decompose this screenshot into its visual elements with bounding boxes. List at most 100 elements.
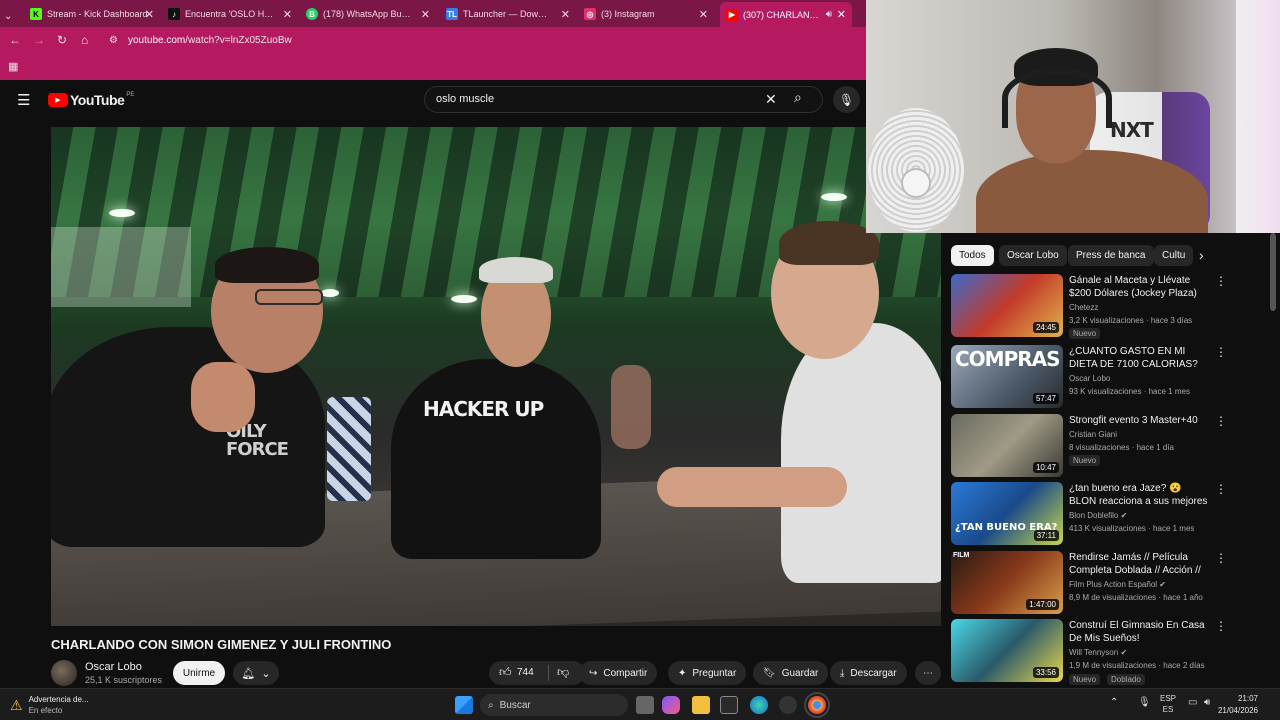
clock[interactable]: 21:07 21/04/2026 <box>1218 693 1258 717</box>
chevron-up-icon[interactable]: ⌃ <box>1110 697 1118 708</box>
rec-title[interactable]: Construí El Gimnasio En Casa De Mis Sueñ… <box>1069 619 1209 645</box>
network-icon[interactable]: ▭ <box>1188 697 1197 708</box>
list-item[interactable]: 24:45 Gánale al Maceta y Llévate $200 Dó… <box>951 274 1271 339</box>
close-icon[interactable]: ✕ <box>837 8 846 21</box>
rec-title[interactable]: Gánale al Maceta y Llévate $200 Dólares … <box>1069 274 1209 300</box>
tab-search-dropdown[interactable]: ⌄ <box>4 5 20 27</box>
video-thumbnail[interactable]: 10:47 <box>951 414 1063 477</box>
store-icon[interactable] <box>720 696 738 714</box>
taskbar-search[interactable]: ⌕ Buscar <box>480 694 628 716</box>
video-thumbnail[interactable]: ¿TAN BUENO ERA? 37:11 <box>951 482 1063 545</box>
forward-icon[interactable]: → <box>33 33 45 47</box>
kick-icon: K <box>30 8 42 20</box>
notification-widget[interactable]: ⚠ Advertencia de... En efecto <box>10 694 89 716</box>
close-icon[interactable]: ✕ <box>699 8 708 21</box>
menu-icon[interactable]: ☰ <box>17 91 30 109</box>
search-icon[interactable]: ⌕ <box>794 89 802 106</box>
rec-channel[interactable]: Film Plus Action Español ✔ <box>1069 580 1166 589</box>
rec-channel[interactable]: Oscar Lobo <box>1069 374 1110 383</box>
join-button[interactable]: Unirme <box>173 661 225 685</box>
more-vertical-icon[interactable]: ⋮ <box>1215 274 1227 288</box>
whatsapp-icon: B <box>306 8 318 20</box>
tab-instagram[interactable]: ◎ (3) Instagram ✕ <box>584 3 714 25</box>
rec-title[interactable]: Rendirse Jamás // Película Completa Dobl… <box>1069 551 1209 577</box>
more-vertical-icon[interactable]: ⋮ <box>1215 619 1227 633</box>
rec-channel[interactable]: Chetezz <box>1069 303 1098 312</box>
youtube-logo[interactable]: ▶ YouTube PE <box>48 92 134 108</box>
rec-channel[interactable]: Will Tennyson ✔ <box>1069 648 1127 657</box>
tab-tiktok[interactable]: ♪ Encuentra 'OSLO HABLA ✕ <box>168 3 298 25</box>
reload-icon[interactable]: ↻ <box>57 33 67 47</box>
save-button[interactable]: 🔖︎ Guardar <box>753 661 829 685</box>
more-vertical-icon[interactable]: ⋮ <box>1215 414 1227 428</box>
more-vertical-icon[interactable]: ⋮ <box>1215 345 1227 359</box>
video-thumbnail[interactable]: FILM 1:47:00 <box>951 551 1063 614</box>
rec-channel[interactable]: Cristian Giani <box>1069 430 1117 439</box>
home-icon[interactable]: ⌂ <box>81 33 88 47</box>
list-item[interactable]: FILM 1:47:00 Rendirse Jamás // Película … <box>951 551 1271 615</box>
more-actions-button[interactable]: ⋯ <box>915 661 941 685</box>
like-icon[interactable]: 👍︎ <box>499 665 512 680</box>
chevron-right-icon[interactable]: › <box>1199 247 1204 263</box>
close-icon[interactable]: ✕ <box>145 8 154 21</box>
rec-title[interactable]: ¿tan bueno era Jaze? 😮 BLON reacciona a … <box>1069 482 1209 508</box>
tab-tlauncher[interactable]: TL TLauncher — Download ✕ <box>446 3 576 25</box>
tab-whatsapp[interactable]: B (178) WhatsApp Business ✕ <box>306 3 436 25</box>
edge-icon[interactable] <box>750 696 768 714</box>
video-thumbnail[interactable]: 24:45 <box>951 274 1063 337</box>
close-icon[interactable]: ✕ <box>561 8 570 21</box>
apps-grid-icon[interactable]: ▦ <box>8 60 18 73</box>
more-vertical-icon[interactable]: ⋮ <box>1215 482 1227 496</box>
list-item[interactable]: 10:47 Strongfit evento 3 Master+40 Crist… <box>951 414 1271 478</box>
chip-oscar-lobo[interactable]: Oscar Lobo <box>999 245 1067 266</box>
site-info-icon[interactable]: ⚙ <box>109 35 118 46</box>
list-item[interactable]: 33:56 Construí El Gimnasio En Casa De Mi… <box>951 619 1271 685</box>
channel-name[interactable]: Oscar Lobo <box>85 661 142 673</box>
download-button[interactable]: ⤓ Descargar <box>830 661 907 685</box>
voice-search-icon[interactable]: 🎙︎ <box>833 86 860 113</box>
language-indicator[interactable]: ESP ES <box>1160 693 1176 715</box>
youtube-header: ☰ ▶ YouTube PE oslo muscle ✕ ⌕ 🎙︎ <box>0 80 866 126</box>
dislike-icon[interactable]: 👎︎ <box>557 665 569 680</box>
back-icon[interactable]: ← <box>9 33 21 47</box>
tab-youtube-active[interactable]: ▶ (307) CHARLANDO C 🔊︎ ✕ <box>720 2 852 27</box>
url-field[interactable]: youtube.com/watch?v=lnZx05ZuoBw <box>128 35 292 46</box>
copilot-icon[interactable] <box>662 696 680 714</box>
search-input[interactable]: oslo muscle ✕ <box>424 86 823 113</box>
channel-avatar[interactable] <box>51 660 77 686</box>
windows-start-icon[interactable] <box>455 696 473 714</box>
video-thumbnail[interactable]: COMPRAS 57:47 <box>951 345 1063 408</box>
ask-button[interactable]: ✦ Preguntar <box>668 661 747 685</box>
task-view-icon[interactable] <box>636 696 654 714</box>
microphone-icon[interactable]: 🎙︎ <box>1138 697 1151 708</box>
video-title: CHARLANDO CON SIMON GIMENEZ Y JULI FRONT… <box>51 637 392 652</box>
list-item[interactable]: COMPRAS 57:47 ¿CUANTO GASTO EN MI DIETA … <box>951 345 1271 409</box>
volume-icon[interactable]: 🔊︎ <box>1204 697 1210 708</box>
notifications-button[interactable]: 🔔︎ ⌄ <box>233 661 279 685</box>
arm-right <box>657 467 847 507</box>
app-icon[interactable] <box>779 696 797 714</box>
clear-search-icon[interactable]: ✕ <box>765 91 777 108</box>
chrome-icon[interactable] <box>804 692 830 718</box>
share-button[interactable]: ↪ Compartir <box>579 661 658 685</box>
chip-todos[interactable]: Todos <box>951 245 994 266</box>
headphones <box>1002 68 1112 128</box>
chip-press-de-banca[interactable]: Press de banca <box>1068 245 1154 266</box>
file-explorer-icon[interactable] <box>692 696 710 714</box>
chip-cultu[interactable]: Cultu <box>1154 245 1194 266</box>
rec-title[interactable]: Strongfit evento 3 Master+40 <box>1069 414 1209 427</box>
ceiling-light <box>109 209 135 217</box>
more-vertical-icon[interactable]: ⋮ <box>1215 551 1227 565</box>
video-player[interactable]: OILY FORCE HACKER UP <box>51 127 941 626</box>
rec-title[interactable]: ¿CUANTO GASTO EN MI DIETA DE 7100 CALORI… <box>1069 345 1209 371</box>
video-actions-row: Oscar Lobo 25,1 K suscriptores Unirme 🔔︎… <box>51 658 941 688</box>
verified-icon: ✔ <box>1159 580 1166 589</box>
tab-kick[interactable]: K Stream - Kick Dashboard ✕ <box>30 3 160 25</box>
video-thumbnail[interactable]: 33:56 <box>951 619 1063 682</box>
speaker-icon[interactable]: 🔊︎ <box>826 9 832 20</box>
close-icon[interactable]: ✕ <box>283 8 292 21</box>
rec-channel[interactable]: Blon Doblefilo ✔ <box>1069 511 1127 520</box>
list-item[interactable]: ¿TAN BUENO ERA? 37:11 ¿tan bueno era Jaz… <box>951 482 1271 546</box>
verified-icon: ✔ <box>1120 511 1128 520</box>
close-icon[interactable]: ✕ <box>421 8 430 21</box>
